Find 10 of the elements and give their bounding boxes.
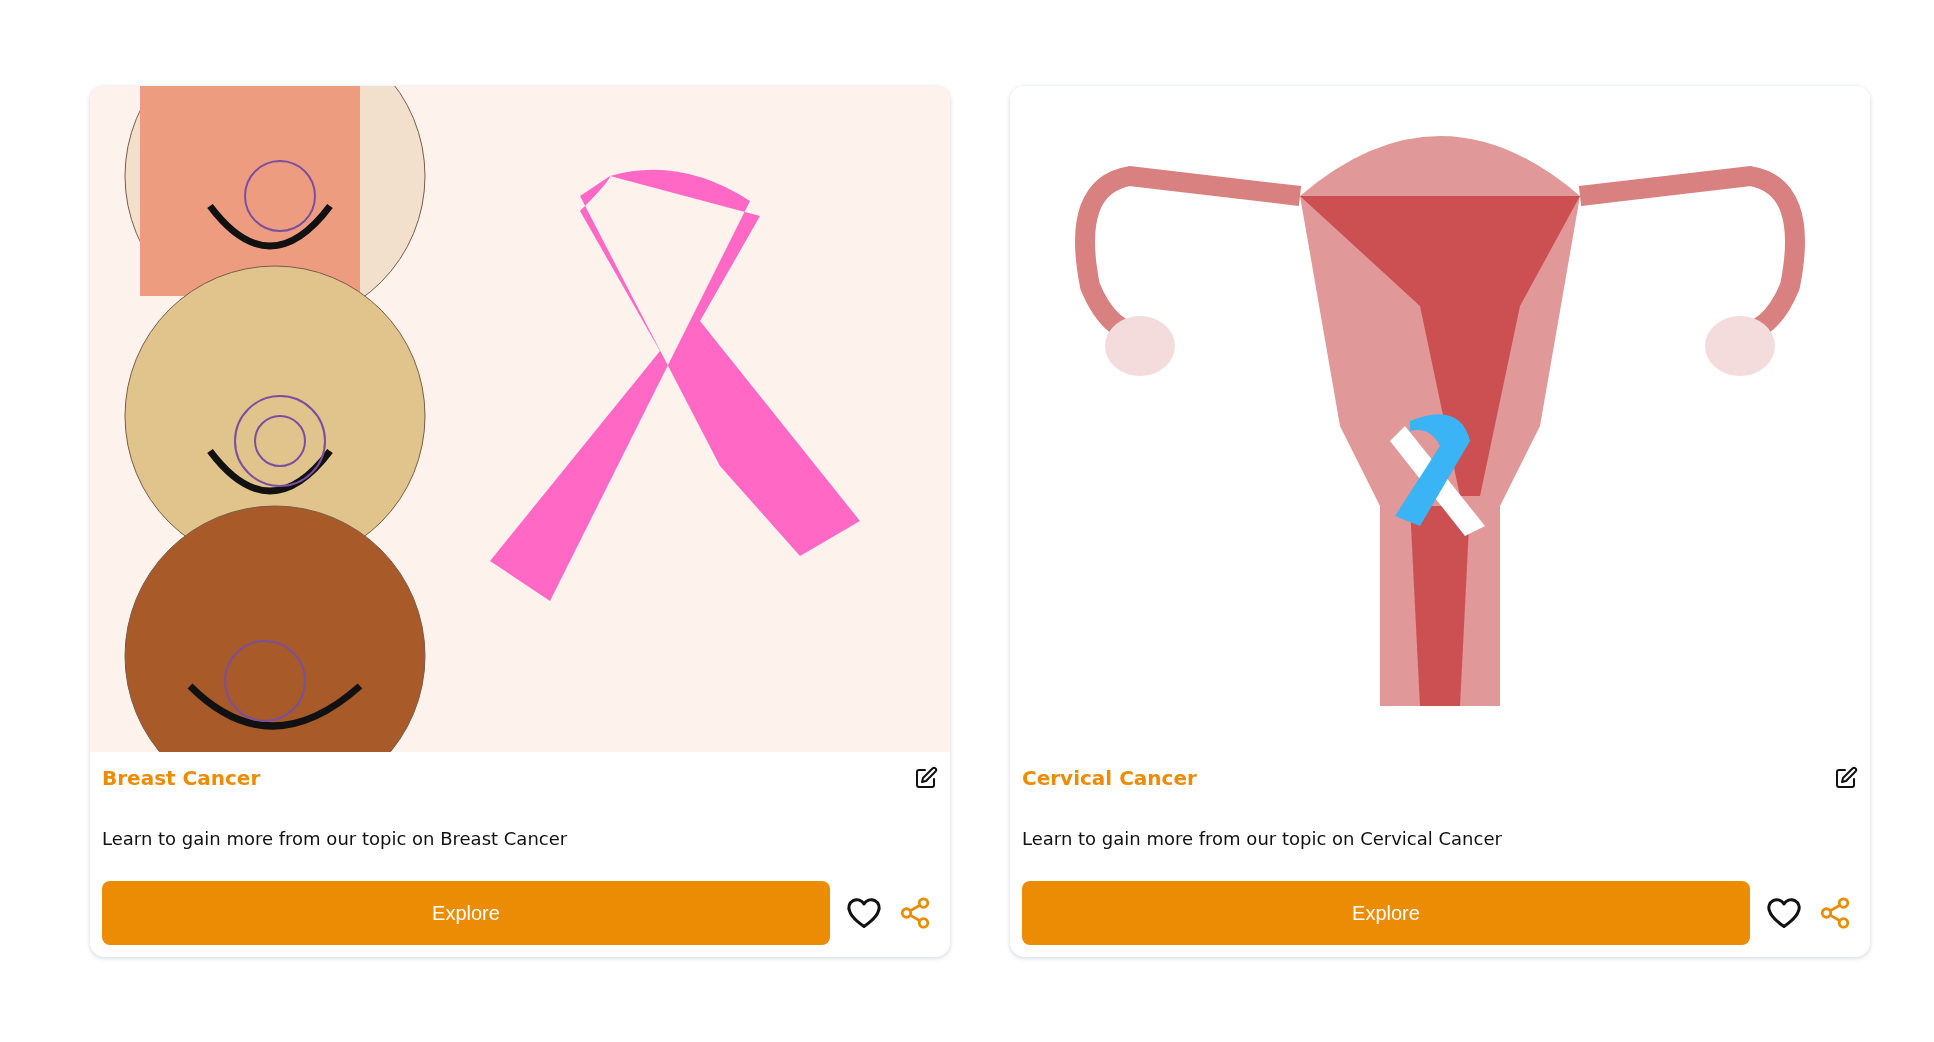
card-description: Learn to gain more from our topic on Cervical Cancer (1022, 828, 1503, 849)
edit-icon[interactable] (914, 766, 938, 790)
heart-icon[interactable] (1766, 895, 1802, 931)
explore-button[interactable]: Explore (1022, 881, 1750, 945)
explore-button[interactable]: Explore (102, 881, 830, 945)
card-description: Learn to gain more from our topic on Breast Cancer (102, 828, 569, 849)
heart-icon[interactable] (846, 895, 882, 931)
edit-icon[interactable] (1834, 766, 1858, 790)
card-title: Breast Cancer (102, 766, 261, 790)
card-title: Cervical Cancer (1022, 766, 1197, 790)
